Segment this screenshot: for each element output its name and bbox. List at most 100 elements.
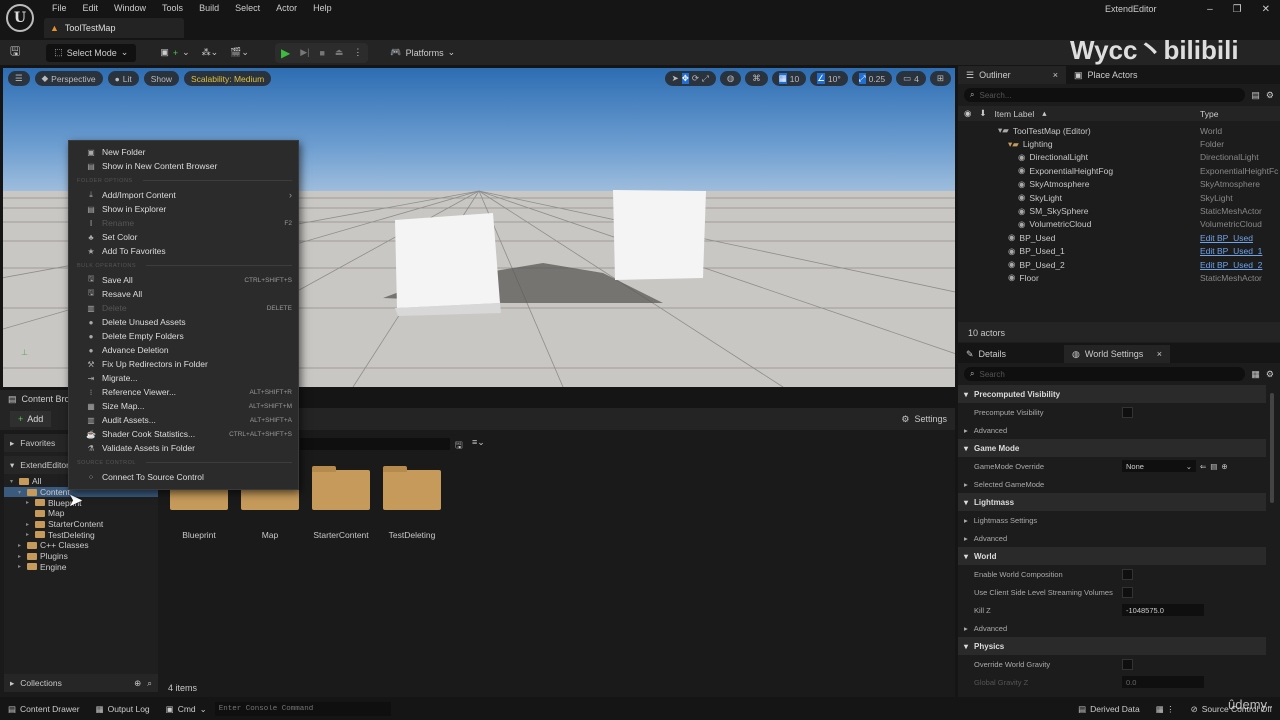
expand-icon[interactable]: ▸ xyxy=(964,516,968,525)
settings-button[interactable]: ⚙ Settings xyxy=(901,414,947,425)
derived-data-button[interactable]: ▤ Derived Data xyxy=(1070,704,1148,715)
tab-world-settings[interactable]: ◍ World Settings × xyxy=(1064,345,1170,363)
property-label[interactable]: Selected GameMode xyxy=(974,480,1044,489)
perspective-button[interactable]: ◆ Perspective xyxy=(34,71,103,86)
menu-item-fix-up-redirectors-in-folder[interactable]: ⚒ Fix Up Redirectors in Folder xyxy=(69,357,298,371)
add-folder-icon[interactable]: ▤ xyxy=(1251,90,1260,101)
outliner-row[interactable]: ◉ DirectionalLight DirectionalLight xyxy=(958,151,1280,164)
outliner-row[interactable]: ◉ SkyAtmosphere SkyAtmosphere xyxy=(958,178,1280,191)
viewport-menu-button[interactable]: ☰ xyxy=(8,71,30,86)
menu-build[interactable]: Build xyxy=(191,2,227,14)
menu-item-audit-assets[interactable]: ▥ Audit Assets... ALT+SHIFT+A xyxy=(69,413,298,427)
add-icon[interactable]: ⊕ xyxy=(1221,462,1227,471)
expand-icon[interactable]: ▸ xyxy=(964,624,968,633)
edit-blueprint-link[interactable]: Edit BP_Used xyxy=(1200,233,1253,243)
settings-icon[interactable]: ⚙ xyxy=(1266,369,1274,380)
add-button[interactable]: + Add xyxy=(10,411,52,427)
select-icon[interactable]: ➤ xyxy=(672,73,679,84)
show-button[interactable]: Show xyxy=(143,71,179,86)
menu-item-show-in-explorer[interactable]: ▤ Show in Explorer xyxy=(69,202,298,216)
platforms-dropdown[interactable]: 🎮 Platforms ⌄ xyxy=(384,47,461,58)
section-header[interactable]: ▾ Physics xyxy=(958,637,1266,655)
edit-blueprint-link[interactable]: Edit BP_Used_2 xyxy=(1200,260,1262,270)
property-checkbox[interactable] xyxy=(1122,406,1133,418)
collections-section[interactable]: ▸ Collections ⊕ ⌕ xyxy=(4,674,158,692)
content-drawer-button[interactable]: ▤ Content Drawer xyxy=(0,704,88,715)
grid-snap-button[interactable]: ▦ 10 xyxy=(771,71,807,86)
section-header[interactable]: ▾ World xyxy=(958,547,1266,565)
eject-icon[interactable]: ⏏ xyxy=(335,47,344,58)
outliner-row[interactable]: ◉ BP_Used_1 Edit BP_Used_1 xyxy=(958,245,1280,258)
surface-snap-icon[interactable]: ⌘ xyxy=(745,71,768,86)
menu-item-advance-deletion[interactable]: ● Advance Deletion xyxy=(69,343,298,357)
maximize-icon[interactable]: ❐ xyxy=(1233,4,1242,15)
save-icon[interactable]: 🖫 xyxy=(0,42,26,63)
visibility-icon[interactable]: ◉ xyxy=(964,108,971,119)
menu-item-show-in-new-content-browser[interactable]: ▤ Show in New Content Browser xyxy=(69,159,298,173)
property-checkbox[interactable] xyxy=(1122,568,1133,580)
tab-place-actors[interactable]: ▣ Place Actors xyxy=(1066,66,1146,84)
folder-tile[interactable]: StarterContent xyxy=(312,466,370,540)
column-item-label[interactable]: Item Label xyxy=(995,109,1035,119)
save-search-icon[interactable]: 🖫 xyxy=(455,438,463,454)
property-label[interactable]: Lightmass Settings xyxy=(974,516,1037,525)
rotate-icon[interactable]: ⟳ xyxy=(692,73,699,84)
output-log-button[interactable]: ▦ Output Log xyxy=(88,704,158,715)
menu-help[interactable]: Help xyxy=(305,2,340,14)
layout-icon[interactable]: ⊞ xyxy=(929,71,951,86)
menu-item-save-all[interactable]: 🖫 Save All CTRL+SHIFT+S xyxy=(69,273,298,287)
blueprints-button[interactable]: ⁂⌄ xyxy=(196,47,225,58)
lit-button[interactable]: ● Lit xyxy=(107,71,139,86)
menu-item-delete-empty-folders[interactable]: ● Delete Empty Folders xyxy=(69,329,298,343)
more-icon[interactable]: ⋮ xyxy=(353,47,362,58)
folder-tile[interactable]: TestDeleting xyxy=(383,466,441,540)
scalability-badge[interactable]: Scalability: Medium xyxy=(183,71,272,86)
transform-tools[interactable]: ➤ ✥ ⟳ ⤢ xyxy=(664,71,716,86)
column-type[interactable]: Type xyxy=(1200,109,1218,119)
folder-tree-item[interactable]: ▸ C++ Classes xyxy=(4,540,158,551)
property-label[interactable]: Advanced xyxy=(974,534,1007,543)
tab-details[interactable]: ✎ Details xyxy=(958,345,1064,363)
close-tab-icon[interactable]: × xyxy=(1053,70,1058,80)
step-icon[interactable]: ▶| xyxy=(300,47,309,58)
menu-item-connect-to-source-control[interactable]: ⁘ Connect To Source Control xyxy=(69,470,298,484)
cinematics-button[interactable]: 🎬⌄ xyxy=(224,47,255,58)
menu-edit[interactable]: Edit xyxy=(75,2,107,14)
camera-speed-button[interactable]: ▭ 4 xyxy=(896,71,926,86)
folder-tree-item[interactable]: ▸ StarterContent xyxy=(4,519,158,530)
property-label[interactable]: Advanced xyxy=(974,624,1007,633)
menu-item-reference-viewer[interactable]: ⁝ Reference Viewer... ALT+SHIFT+R xyxy=(69,385,298,399)
browse-icon[interactable]: ▤ xyxy=(1210,462,1217,471)
cmd-dropdown[interactable]: ▣ Cmd ⌄ xyxy=(158,704,215,715)
section-header[interactable]: ▾ Game Mode xyxy=(958,439,1266,457)
add-actor-button[interactable]: ▣ + ⌄ xyxy=(154,47,195,58)
play-icon[interactable]: ▶ xyxy=(281,46,290,60)
menu-actor[interactable]: Actor xyxy=(268,2,305,14)
menu-item-add-import-content[interactable]: ⤓ Add/Import Content › xyxy=(69,188,298,202)
property-checkbox[interactable] xyxy=(1122,658,1133,670)
menu-item-delete-unused-assets[interactable]: ● Delete Unused Assets xyxy=(69,315,298,329)
expand-icon[interactable]: ▸ xyxy=(964,534,968,543)
outliner-row[interactable]: ◉ BP_Used_2 Edit BP_Used_2 xyxy=(958,258,1280,271)
outliner-row[interactable]: ◉ VolumetricCloud VolumetricCloud xyxy=(958,218,1280,231)
menu-select[interactable]: Select xyxy=(227,2,268,14)
expand-icon[interactable]: ▸ xyxy=(964,426,968,435)
rotation-snap-button[interactable]: ∠ 10° xyxy=(810,71,848,86)
menu-item-new-folder[interactable]: ▣ New Folder xyxy=(69,145,298,159)
section-header[interactable]: ▾ Lightmass xyxy=(958,493,1266,511)
outliner-row[interactable]: ◉ SkyLight SkyLight xyxy=(958,191,1280,204)
details-scrollbar[interactable] xyxy=(1270,393,1274,503)
scale-snap-button[interactable]: ⤢ 0.25 xyxy=(851,71,893,86)
outliner-row[interactable]: ◉ Floor StaticMeshActor xyxy=(958,271,1280,284)
gamemode-select[interactable]: None ⌄ xyxy=(1122,460,1196,472)
menu-item-resave-all[interactable]: 🖫 Resave All xyxy=(69,287,298,301)
translate-icon[interactable]: ✥ xyxy=(681,73,689,84)
search-icon[interactable]: ⌕ xyxy=(147,678,152,689)
pin-icon[interactable]: ⬇ xyxy=(979,108,986,119)
use-selected-icon[interactable]: ⇐ xyxy=(1200,462,1206,471)
outliner-row[interactable]: ◉ SM_SkySphere StaticMeshActor xyxy=(958,204,1280,217)
section-header[interactable]: ▾ Precomputed Visibility xyxy=(958,385,1266,403)
folder-tree-item[interactable]: ▸ Engine xyxy=(4,562,158,573)
world-local-icon[interactable]: ◍ xyxy=(719,71,742,86)
menu-item-set-color[interactable]: ♣ Set Color xyxy=(69,230,298,244)
